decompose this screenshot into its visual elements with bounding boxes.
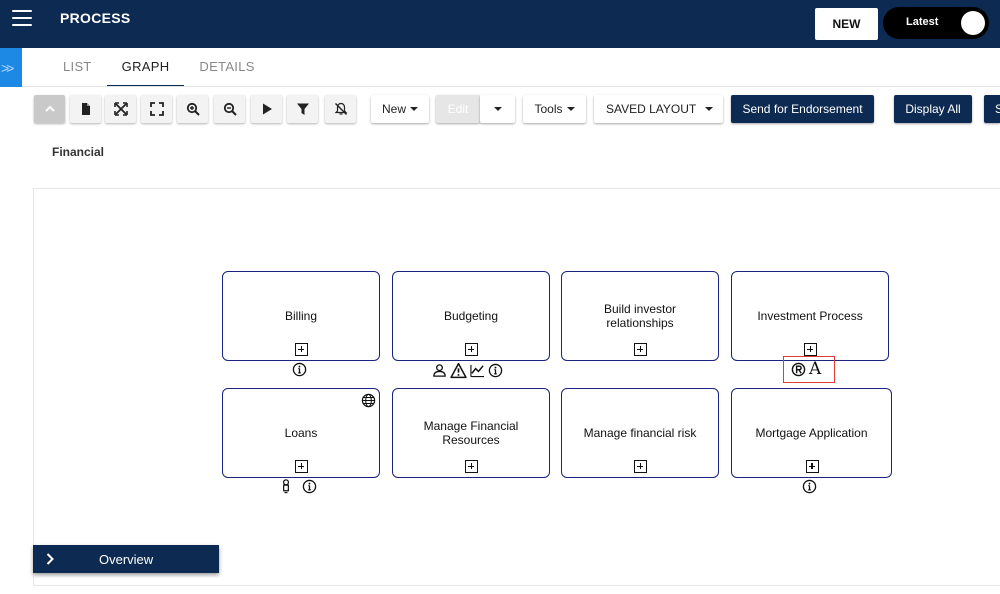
toggle-knob — [961, 11, 985, 35]
expand-icon[interactable] — [295, 343, 308, 356]
node-badges-loans — [280, 479, 317, 494]
process-node-manage-financial-risk[interactable]: Manage financial risk — [561, 388, 719, 478]
display-all-button[interactable]: Display All — [894, 95, 972, 123]
info-icon[interactable] — [292, 362, 307, 377]
node-label: Mortgage Application — [755, 426, 868, 440]
hamburger-menu-icon[interactable] — [12, 10, 32, 26]
double-chevron-right-icon[interactable]: >> — [0, 48, 22, 87]
node-label: Manage financial risk — [583, 426, 697, 440]
registered-icon[interactable] — [791, 362, 806, 377]
graph-toolbar: New Edit Tools SAVED LAYOUT Send for End… — [0, 95, 1000, 125]
breadcrumb: Financial — [52, 145, 105, 159]
edit-dropdown-toggle[interactable] — [480, 95, 515, 123]
trend-chart-icon[interactable] — [470, 363, 485, 378]
expand-icon[interactable] — [295, 460, 308, 473]
collapse-up-icon[interactable] — [34, 95, 65, 123]
node-label: Budgeting — [443, 309, 499, 323]
new-dropdown[interactable]: New — [371, 95, 429, 123]
new-button[interactable]: NEW — [815, 8, 878, 40]
process-node-build-investor-relationships[interactable]: Build investor relationships — [561, 271, 719, 361]
top-app-bar: PROCESS NEW Latest — [0, 0, 1000, 48]
cut-off-button[interactable]: S — [984, 95, 1000, 123]
node-label: Investment Process — [757, 309, 863, 323]
info-icon[interactable] — [302, 479, 317, 494]
expand-icon[interactable] — [634, 460, 647, 473]
globe-icon[interactable] — [361, 393, 376, 408]
latest-toggle[interactable]: Latest — [883, 7, 989, 39]
node-label: Manage Financial Resources — [423, 419, 519, 447]
tab-graph[interactable]: GRAPH — [106, 48, 185, 87]
play-icon[interactable] — [251, 95, 282, 123]
bulb-icon[interactable] — [280, 479, 292, 494]
info-icon[interactable] — [488, 363, 503, 378]
process-node-investment-process[interactable]: Investment Process — [731, 271, 889, 361]
person-icon[interactable] — [432, 363, 447, 378]
graph-canvas[interactable] — [33, 188, 1000, 586]
letter-a-icon[interactable]: A — [809, 361, 821, 378]
view-tabs: LIST GRAPH DETAILS — [48, 48, 270, 87]
zoom-in-icon[interactable] — [177, 95, 208, 123]
fit-to-screen-icon[interactable] — [105, 95, 136, 123]
info-icon[interactable] — [802, 479, 817, 494]
fullscreen-icon[interactable] — [141, 95, 172, 123]
document-icon[interactable] — [70, 95, 101, 123]
saved-layout-select[interactable]: SAVED LAYOUT — [594, 95, 723, 123]
zoom-out-icon[interactable] — [214, 95, 245, 123]
expand-icon[interactable] — [465, 343, 478, 356]
node-badges-budgeting — [432, 362, 503, 379]
node-badges-mortgage-application — [802, 479, 817, 494]
tab-details[interactable]: DETAILS — [184, 48, 269, 87]
expand-icon[interactable] — [465, 460, 478, 473]
notifications-off-icon[interactable] — [325, 95, 356, 123]
tab-list[interactable]: LIST — [48, 48, 107, 87]
caret-down-icon — [410, 107, 418, 111]
warning-icon[interactable] — [450, 362, 467, 379]
node-label: Billing — [284, 309, 317, 323]
node-badges-investment-process: A — [791, 361, 821, 378]
expand-icon[interactable] — [805, 460, 819, 473]
caret-down-icon — [566, 107, 575, 111]
caret-down-icon — [705, 107, 713, 111]
caret-down-icon — [493, 107, 502, 111]
node-badges-billing — [292, 362, 307, 377]
expand-icon[interactable] — [634, 343, 647, 356]
tabs-divider — [22, 86, 1000, 87]
chevron-right-icon — [46, 553, 54, 565]
process-node-mortgage-application[interactable]: Mortgage Application — [731, 388, 892, 478]
node-label: Build investor relationships — [603, 302, 677, 330]
process-node-budgeting[interactable]: Budgeting — [392, 271, 550, 361]
latest-toggle-label: Latest — [906, 16, 939, 28]
new-dropdown-label: New — [381, 102, 406, 116]
overview-label: Overview — [99, 551, 154, 567]
tools-dropdown-label: Tools — [534, 102, 563, 116]
process-node-billing[interactable]: Billing — [222, 271, 380, 361]
edit-button[interactable]: Edit — [436, 95, 480, 123]
expand-icon[interactable] — [804, 343, 817, 356]
node-label: Loans — [284, 426, 318, 440]
send-for-endorsement-button[interactable]: Send for Endorsement — [731, 95, 874, 123]
tools-dropdown[interactable]: Tools — [523, 95, 586, 123]
process-node-loans[interactable]: Loans — [222, 388, 380, 478]
saved-layout-label: SAVED LAYOUT — [606, 102, 697, 116]
process-node-manage-financial-resources[interactable]: Manage Financial Resources — [392, 388, 550, 478]
overview-panel-toggle[interactable]: Overview — [33, 545, 219, 573]
filter-icon[interactable] — [287, 95, 318, 123]
app-title: PROCESS — [60, 10, 131, 26]
